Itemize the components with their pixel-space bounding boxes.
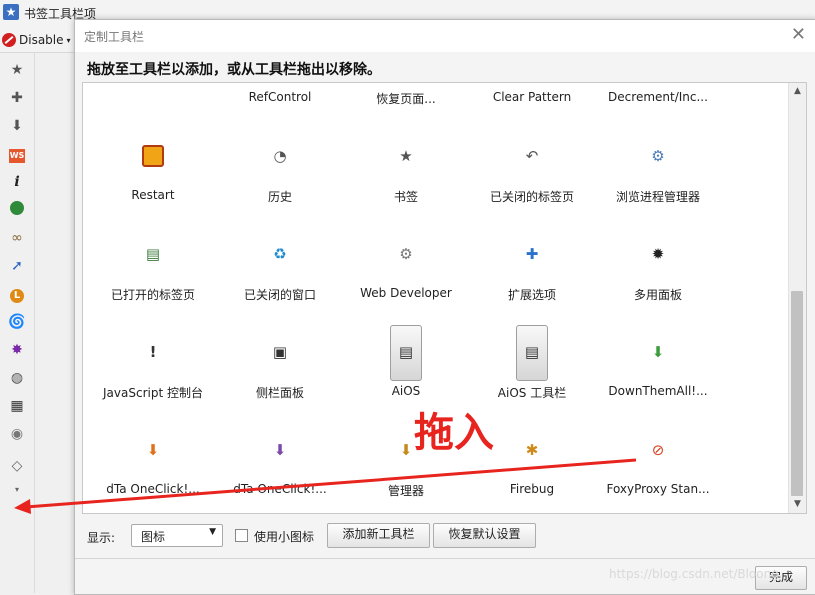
palette-item-decrement-increment[interactable]: Decrement/Inc... (595, 83, 721, 113)
disable-button[interactable]: Disable ▾ (2, 31, 71, 49)
green-down-arrow-icon: ⬇ (651, 343, 665, 361)
bug-icon: ✱ (525, 441, 539, 459)
sidebar-window-icon: ▤ (398, 343, 414, 361)
close-icon[interactable]: ✕ (791, 25, 806, 45)
dialog-titlebar: 定制工具栏 ✕ (75, 20, 815, 52)
palette-item-open-tabs[interactable]: ▤ 已打开的标签页 (90, 233, 216, 303)
green-orb-icon[interactable] (8, 201, 26, 219)
add-toolbar-button[interactable]: 添加新工具栏 (327, 523, 430, 548)
palette-item-js-console[interactable]: ! JavaScript 控制台 (90, 331, 216, 401)
gear-icon: ⚙ (399, 245, 413, 263)
sidebar-window-icon: ▤ (524, 343, 540, 361)
palette-item-restore-page[interactable]: 恢复页面... (343, 83, 469, 113)
scroll-up-icon[interactable]: ▲ (789, 83, 806, 100)
grid-icon[interactable]: ▦ (8, 397, 26, 415)
proxy-disabled-icon: ⊘ (651, 441, 665, 459)
clock-icon: ◔ (273, 147, 287, 165)
window-icon: ▣ (272, 343, 288, 361)
palette-item-sidebar-panel[interactable]: ▣ 侧栏面板 (217, 331, 343, 401)
palette-item-dta-oneclick-2[interactable]: ⬇ dTa OneClick!... (217, 429, 343, 499)
restore-defaults-button[interactable]: 恢复默认设置 (433, 523, 536, 548)
purple-down-arrow-icon: ⬇ (273, 441, 287, 459)
palette-item-restart[interactable]: Restart (90, 135, 216, 205)
ws-icon[interactable]: WS (8, 145, 26, 163)
small-icons-checkbox[interactable] (235, 529, 248, 542)
download-arrow-icon[interactable]: ⬇ (8, 117, 26, 135)
swirl-icon[interactable]: 🌀 (8, 313, 26, 331)
palette-item-multi-panel[interactable]: ✹ 多用面板 (595, 233, 721, 303)
printer-icon: ▤ (145, 245, 161, 263)
chevron-down-icon[interactable]: ▾ (8, 481, 26, 499)
drag-in-annotation: 拖入 (414, 410, 494, 456)
bookmark-star-logo-icon: ★ (3, 4, 19, 20)
scroll-down-icon[interactable]: ▼ (789, 496, 806, 513)
palette-item-clear-pattern[interactable]: Clear Pattern (469, 83, 595, 113)
small-icons-label: 使用小图标 (254, 530, 315, 544)
palette-item-bookmarks[interactable]: ★ 书签 (343, 135, 469, 205)
sparkle-icon: ✹ (651, 245, 665, 263)
palette-item-dta-oneclick-1[interactable]: ⬇ dTa OneClick!... (90, 429, 216, 499)
chevron-down-icon: ▼ (209, 527, 216, 537)
star-icon: ★ (399, 147, 413, 165)
pointer-icon[interactable]: ➚ (8, 257, 26, 275)
watermark: https://blog.csdn.net/Bloong (609, 567, 779, 581)
show-label: 显示: (87, 531, 116, 545)
palette-item-process-manager[interactable]: ⚙ 浏览进程管理器 (595, 135, 721, 205)
disable-label: Disable (19, 33, 64, 47)
dialog-title: 定制工具栏 (84, 30, 145, 44)
palette-item-downthemall[interactable]: ⬇ DownThemAll!... (595, 331, 721, 401)
palette-item-refcontrol[interactable]: RefControl (217, 83, 343, 113)
restart-icon (142, 145, 164, 167)
dialog-divider (75, 558, 815, 559)
palette-icon[interactable]: ◍ (8, 369, 26, 387)
undo-icon: ↶ (525, 147, 539, 165)
orb-menu-icon[interactable]: ◉ (8, 425, 26, 443)
prohibited-icon (2, 33, 16, 47)
palette-item-aios[interactable]: ▤ AiOS (343, 325, 469, 401)
l-badge-icon[interactable]: L (8, 285, 26, 303)
palette-item-closed-windows[interactable]: ♻ 已关闭的窗口 (217, 233, 343, 303)
palette-item-closed-tabs[interactable]: ↶ 已关闭的标签页 (469, 135, 595, 205)
palette-item-history[interactable]: ◔ 历史 (217, 135, 343, 205)
palette-item-web-developer[interactable]: ⚙ Web Developer (343, 233, 469, 303)
instruction-text: 拖放至工具栏以添加，或从工具栏拖出以移除。 (87, 62, 381, 78)
palette-item-foxyproxy[interactable]: ⊘ FoxyProxy Stan... (595, 429, 721, 499)
eraser-icon[interactable]: ◇ (8, 457, 26, 475)
star-icon[interactable]: ★ (8, 61, 26, 79)
palette-item-extension-options[interactable]: ✚ 扩展选项 (469, 233, 595, 303)
dialog-options-bar: 显示: 图标 ▼ 使用小图标 添加新工具栏 恢复默认设置 (75, 520, 815, 550)
puzzle-icon[interactable]: ✚ (8, 89, 26, 107)
bookmark-sidebar-toolbar: ★ ✚ ⬇ WS i ∞ ➚ L 🌀 ✸ ◍ ▦ ◉ ◇ ▾ (0, 53, 35, 593)
show-mode-select[interactable]: 图标 ▼ (131, 524, 223, 547)
orange-down-arrow-icon: ⬇ (146, 441, 160, 459)
info-icon[interactable]: i (8, 173, 26, 191)
puzzle-icon: ✚ (525, 245, 539, 263)
customize-toolbar-dialog: 定制工具栏 ✕ 拖放至工具栏以添加，或从工具栏拖出以移除。 RefControl… (74, 19, 815, 595)
process-manager-icon: ⚙ (651, 147, 665, 165)
palette-item-aios-toolbar[interactable]: ▤ AiOS 工具栏 (469, 325, 595, 401)
chain-icon[interactable]: ∞ (8, 229, 26, 247)
exclamation-icon: ! (149, 343, 157, 361)
palette-scrollbar[interactable]: ▲ ▼ (788, 83, 806, 513)
scrollbar-thumb[interactable] (791, 291, 803, 496)
recycle-icon: ♻ (273, 245, 287, 263)
show-mode-value: 图标 (141, 530, 166, 544)
burst-icon[interactable]: ✸ (8, 341, 26, 359)
